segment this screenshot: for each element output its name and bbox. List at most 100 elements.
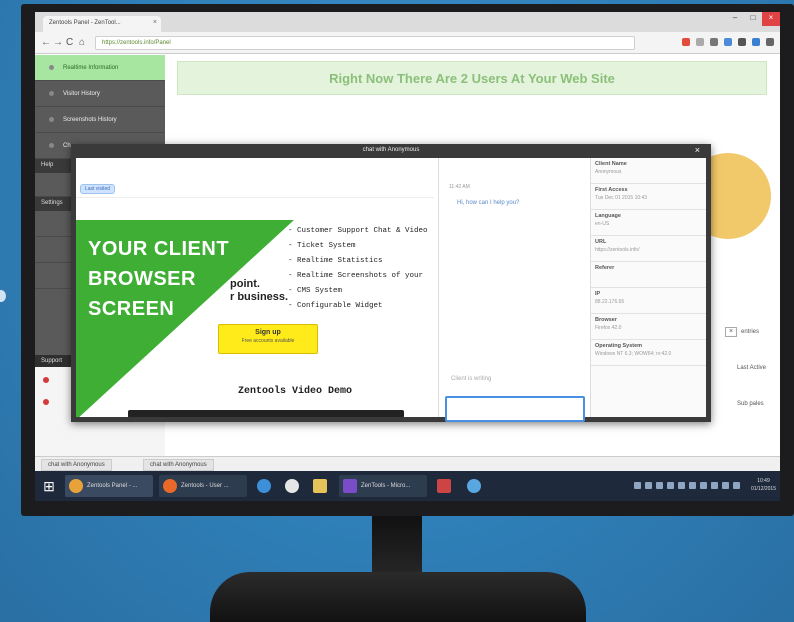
sidebar-item-label: Screenshots History	[63, 117, 117, 123]
chrome-icon	[69, 479, 83, 493]
tray-icon[interactable]	[667, 482, 674, 489]
browser-tab[interactable]: Zentools Panel - ZenTool... ×	[43, 16, 161, 32]
feature-item: - Ticket System	[288, 242, 356, 250]
maximize-button[interactable]: □	[744, 12, 762, 26]
info-row: IP 88.22.176.65	[591, 288, 706, 314]
taskbar-item-label: Zentools Panel - ...	[87, 483, 138, 489]
chat-panel: 11:42 AM Hi, how can I help you? Client …	[438, 158, 588, 422]
tray-icon[interactable]	[645, 482, 652, 489]
extension-icon-blue[interactable]	[724, 38, 732, 46]
home-icon[interactable]: ⌂	[79, 37, 85, 48]
info-value: 88.22.176.65	[595, 299, 625, 305]
info-key: Client Name	[595, 161, 627, 167]
system-tray	[634, 482, 740, 489]
browser-tab-title: Zentools Panel - ZenTool...	[49, 20, 121, 26]
folder-icon	[313, 479, 327, 493]
chat-timestamp: 11:42 AM	[449, 184, 470, 190]
feature-item: - Realtime Screenshots of your	[288, 272, 424, 280]
tray-icon[interactable]	[722, 482, 729, 489]
preview-topbar	[76, 180, 434, 198]
taskbar-ie[interactable]	[253, 475, 277, 497]
monitor: Zentools Panel - ZenTool... × – □ × ← → …	[21, 4, 794, 516]
feature-list: - Customer Support Chat & Video - Ticket…	[288, 224, 428, 314]
info-key: Language	[595, 213, 621, 219]
taskbar-item-visual-studio[interactable]: ZenTools - Micro...	[339, 475, 427, 497]
tray-icon[interactable]	[656, 482, 663, 489]
feature-item: - Realtime Statistics	[288, 257, 383, 265]
taskbar-app-3[interactable]	[463, 475, 487, 497]
overlay-banner-text: YOUR CLIENT BROWSER SCREEN	[88, 234, 229, 324]
taskbar-explorer[interactable]	[309, 475, 333, 497]
tray-icon[interactable]	[689, 482, 696, 489]
entries-label: entries	[741, 329, 760, 335]
extension-icon-bag[interactable]	[752, 38, 760, 46]
extension-icon-grey[interactable]	[696, 38, 704, 46]
taskbar-item-chrome[interactable]: Zentools Panel - ...	[65, 475, 153, 497]
app-icon	[285, 479, 299, 493]
back-icon[interactable]: ←	[41, 37, 51, 48]
status-dot-icon	[43, 399, 49, 405]
info-value: Tue Dec 01 2015 10:43	[595, 195, 648, 201]
info-key: Referer	[595, 265, 615, 271]
menu-icon[interactable]	[766, 38, 774, 46]
minimize-button[interactable]: –	[726, 12, 744, 26]
sidebar-item-label: Realtime Information	[63, 65, 119, 71]
chat-tab[interactable]: chat with Anonymous	[143, 459, 214, 471]
info-row: Browser Firefox 42.0	[591, 314, 706, 340]
reload-icon[interactable]: C	[66, 37, 73, 48]
taskbar-app-2[interactable]	[433, 475, 457, 497]
background-dot	[0, 290, 6, 302]
bullet-icon	[49, 143, 54, 148]
bullet-icon	[49, 91, 54, 96]
taskbar-app[interactable]	[281, 475, 305, 497]
windows-start-icon[interactable]: ⊞	[39, 476, 59, 496]
tab-close-icon[interactable]: ×	[153, 19, 157, 26]
chat-message-input[interactable]	[445, 396, 585, 422]
sidebar-item-visitor-history[interactable]: Visitor History	[35, 81, 165, 107]
window-controls: – □ ×	[726, 12, 780, 26]
overlay-line: SCREEN	[88, 298, 175, 320]
tray-icon[interactable]	[733, 482, 740, 489]
status-dot-icon	[43, 377, 49, 383]
extension-icon-lock[interactable]	[738, 38, 746, 46]
bullet-icon	[49, 117, 54, 122]
clock-time: 10:49	[757, 478, 770, 484]
chat-tabs-bar: chat with Anonymous chat with Anonymous	[35, 456, 780, 471]
sidebar-item-screenshots[interactable]: Screenshots History	[35, 107, 165, 133]
tray-icon[interactable]	[700, 482, 707, 489]
extension-icon-red[interactable]	[682, 38, 690, 46]
tray-icon[interactable]	[634, 482, 641, 489]
sidebar-item-realtime[interactable]: Realtime Information	[35, 55, 165, 81]
info-row: Client Name Anonymous	[591, 158, 706, 184]
chat-tab[interactable]: chat with Anonymous	[41, 459, 112, 471]
info-row: Language en-US	[591, 210, 706, 236]
overlay-line: YOUR CLIENT	[88, 238, 230, 260]
entries-control: × entries	[725, 327, 759, 337]
extension-icon-dark[interactable]	[710, 38, 718, 46]
info-key: URL	[595, 239, 607, 245]
address-bar[interactable]: https://zentools.info/Panel	[95, 36, 635, 50]
tray-icon[interactable]	[678, 482, 685, 489]
visual-studio-icon	[343, 479, 357, 493]
info-row: URL https://zentools.info/	[591, 236, 706, 262]
info-key: IP	[595, 291, 601, 297]
overlay-line: BROWSER	[88, 268, 196, 290]
taskbar-item-firefox[interactable]: Zentools - User ...	[159, 475, 247, 497]
forward-icon[interactable]: →	[53, 37, 63, 48]
dialog-close-icon[interactable]: ×	[695, 145, 700, 155]
feature-item: - Configurable Widget	[288, 302, 383, 310]
info-value: https://zentools.info/	[595, 247, 640, 253]
os-taskbar: ⊞ Zentools Panel - ... Zentools - User .…	[35, 471, 780, 501]
app-icon	[467, 479, 481, 493]
sidebar-item-label: Visitor History	[63, 91, 100, 97]
taskbar-clock[interactable]: 10:49 01/12/2015	[751, 477, 776, 493]
info-key: Browser	[595, 317, 618, 323]
last-active-header: Last Active	[737, 365, 767, 371]
chat-message: Hi, how can I help you?	[457, 200, 520, 206]
entries-select[interactable]: ×	[725, 327, 737, 337]
tray-icon[interactable]	[711, 482, 718, 489]
window-close-button[interactable]: ×	[762, 12, 780, 26]
info-row: Referer	[591, 262, 706, 288]
ie-icon	[257, 479, 271, 493]
info-key: Operating System	[595, 343, 643, 349]
